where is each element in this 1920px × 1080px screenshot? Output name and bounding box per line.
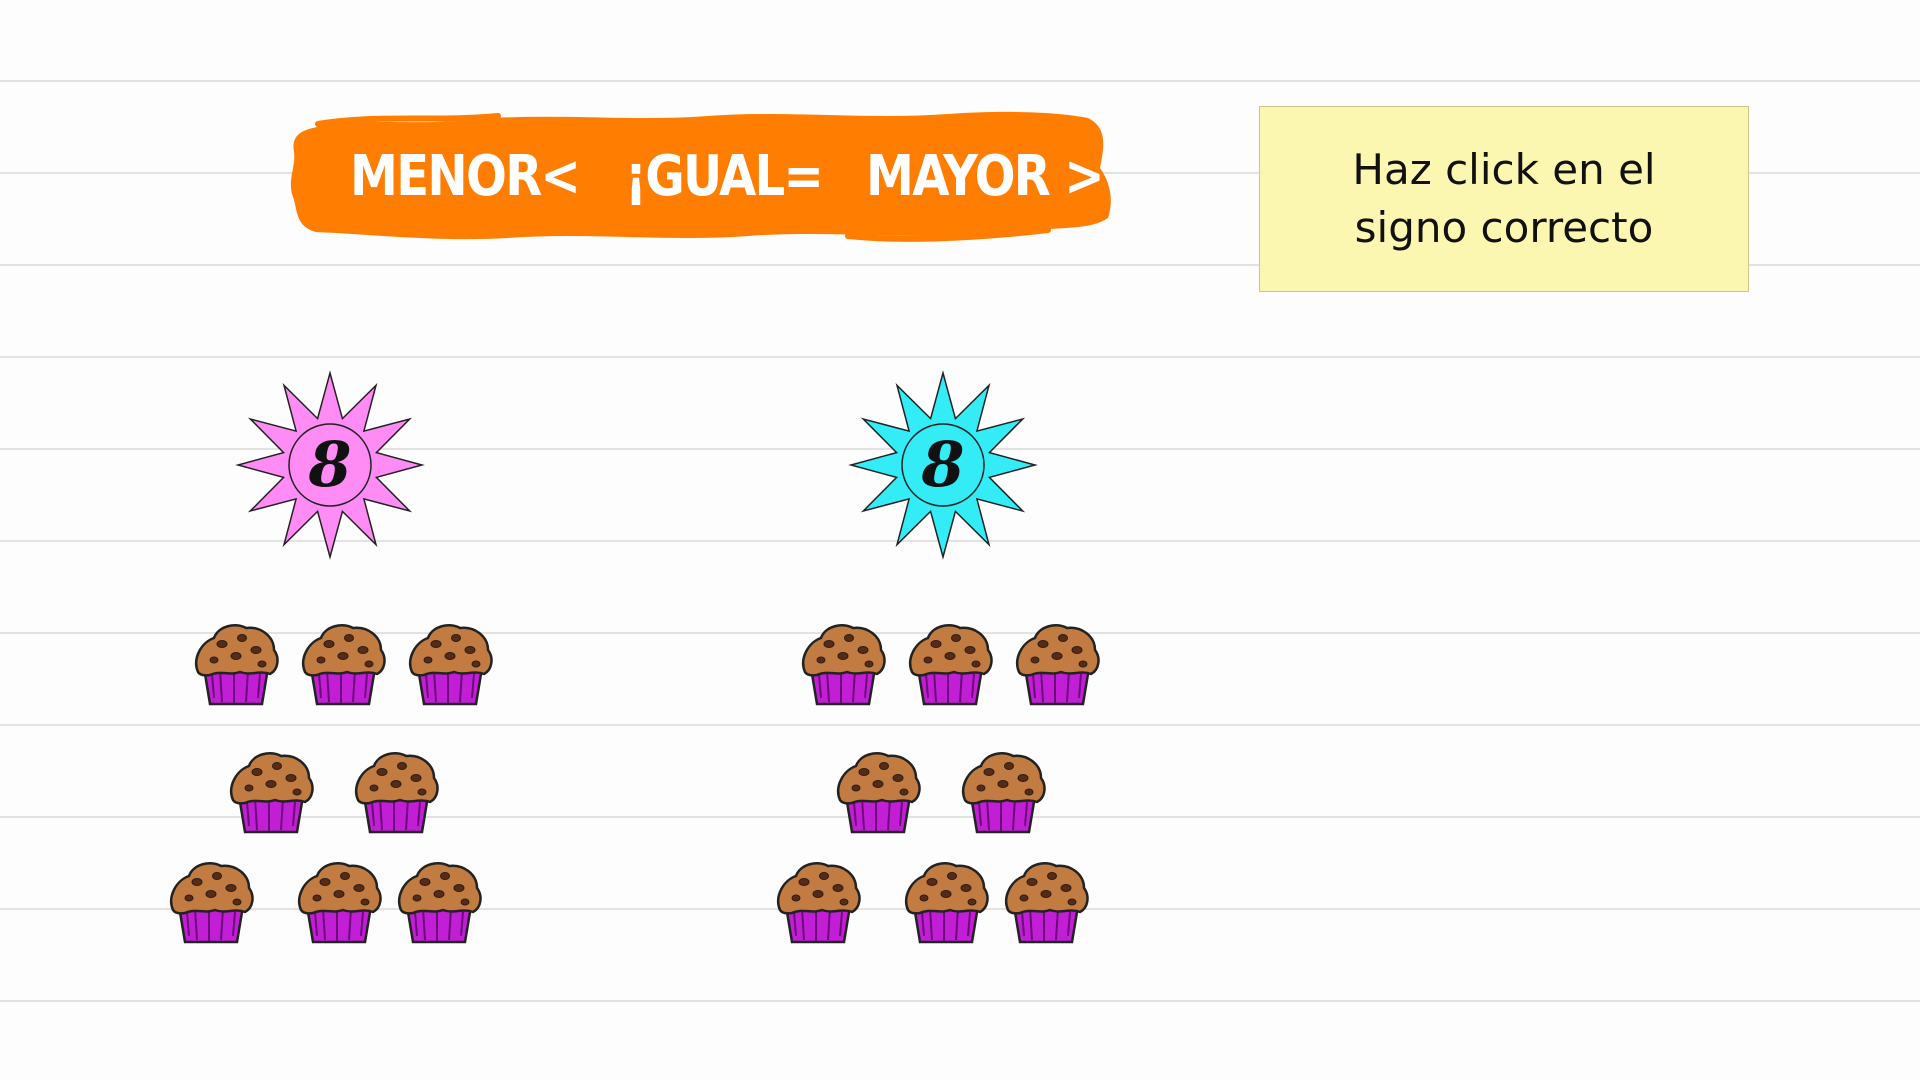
muffin-icon [904,618,996,710]
muffin-icon [165,856,257,948]
muffin-icon [797,618,889,710]
instruction-text: Haz click en el signo correcto [1352,145,1656,252]
muffin-icon [900,856,992,948]
muffin-icon [190,618,282,710]
greater-than-button[interactable]: MAYOR > [866,142,1105,212]
muffin-icon [1011,618,1103,710]
comparison-sign-banner: MENOR< ¡GUAL= MAYOR > [288,108,1112,244]
muffin-icon [293,856,385,948]
left-number-badge: 8 [235,370,425,560]
left-number: 8 [308,428,352,501]
muffin-icon [1000,856,1092,948]
muffin-icon [832,746,924,838]
game-screen: MENOR< ¡GUAL= MAYOR > Haz click en el si… [0,0,1920,1080]
muffin-icon [393,856,485,948]
less-than-button[interactable]: MENOR< [350,142,581,212]
muffin-icon [957,746,1049,838]
instruction-note: Haz click en el signo correcto [1259,106,1749,292]
muffin-icon [350,746,442,838]
muffin-icon [772,856,864,948]
right-number-badge: 8 [848,370,1038,560]
right-number: 8 [921,428,965,501]
equal-button[interactable]: ¡GUAL= [625,142,824,212]
muffin-icon [297,618,389,710]
muffin-icon [225,746,317,838]
muffin-icon [404,618,496,710]
